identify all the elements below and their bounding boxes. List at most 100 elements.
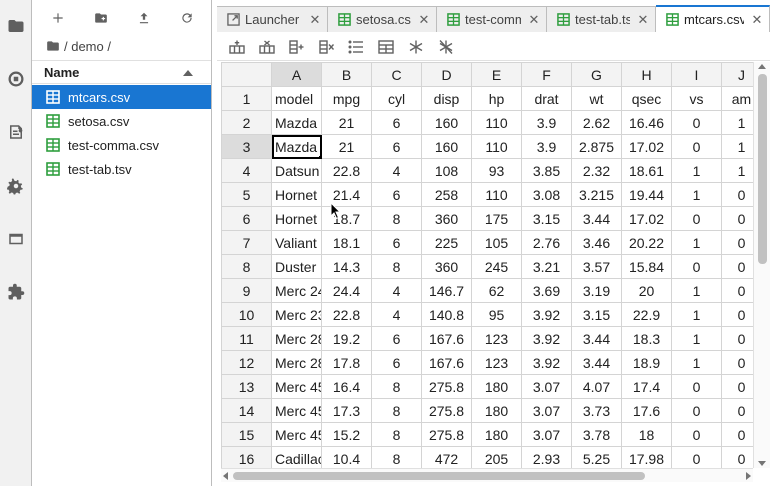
grid-cell[interactable]: 1: [721, 110, 753, 135]
grid-cell[interactable]: 0: [721, 278, 753, 303]
scroll-right-arrow-icon[interactable]: [746, 472, 751, 480]
grid-cell[interactable]: 3.9: [521, 110, 572, 135]
new-folder-icon[interactable]: [89, 6, 113, 30]
grid-cell[interactable]: 17.4: [621, 374, 672, 399]
grid-cell[interactable]: 160: [421, 110, 472, 135]
grid-cell[interactable]: 3.57: [571, 254, 622, 279]
unfreeze-icon[interactable]: [437, 39, 455, 55]
row-header[interactable]: 10: [221, 302, 272, 327]
grid-cell[interactable]: 8: [371, 374, 422, 399]
spreadsheet-grid[interactable]: ABCDEFGHIJ 1 model mpg cyl disp hp drat wt qsec v…: [221, 62, 753, 468]
file-item[interactable]: mtcars.csv: [32, 85, 211, 109]
grid-cell[interactable]: 180: [471, 398, 522, 423]
row-header[interactable]: 2: [221, 110, 272, 135]
grid-cell[interactable]: 3.9: [521, 134, 572, 159]
vertical-scrollbar[interactable]: [753, 62, 770, 468]
grid-cell[interactable]: 95: [471, 302, 522, 327]
row-header[interactable]: 12: [221, 350, 272, 375]
column-header[interactable]: B: [321, 62, 372, 87]
grid-cell[interactable]: 258: [421, 182, 472, 207]
grid-cell[interactable]: 1: [671, 350, 722, 375]
grid-cell[interactable]: mpg: [321, 86, 372, 111]
grid-cell[interactable]: 2.93: [521, 446, 572, 468]
grid-cell[interactable]: 3.21: [521, 254, 572, 279]
close-icon[interactable]: ✕: [526, 12, 542, 28]
grid-cell[interactable]: hp: [471, 86, 522, 111]
grid-cell[interactable]: 360: [421, 206, 472, 231]
grid-cell[interactable]: qsec: [621, 86, 672, 111]
select-all-corner[interactable]: [221, 62, 272, 87]
grid-cell[interactable]: 3.92: [521, 302, 572, 327]
grid-cell[interactable]: 0: [671, 134, 722, 159]
grid-cell[interactable]: 0: [721, 350, 753, 375]
row-header[interactable]: 8: [221, 254, 272, 279]
row-header[interactable]: 4: [221, 158, 272, 183]
grid-cell[interactable]: Hornet: [271, 206, 322, 231]
file-item[interactable]: test-comma.csv: [32, 133, 211, 157]
row-header[interactable]: 7: [221, 230, 272, 255]
grid-cell[interactable]: 20: [621, 278, 672, 303]
grid-cell[interactable]: 0: [671, 374, 722, 399]
grid-cell[interactable]: 8: [371, 446, 422, 468]
grid-cell[interactable]: wt: [571, 86, 622, 111]
column-header[interactable]: A: [271, 62, 322, 87]
grid-cell[interactable]: 0: [721, 446, 753, 468]
grid-cell[interactable]: 1: [671, 278, 722, 303]
grid-cell[interactable]: 3.78: [571, 422, 622, 447]
tabs-icon[interactable]: [4, 227, 28, 251]
grid-cell[interactable]: 16.4: [321, 374, 372, 399]
grid-cell[interactable]: 0: [721, 374, 753, 399]
grid-cell[interactable]: 17.02: [621, 206, 672, 231]
grid-cell[interactable]: 3.07: [521, 398, 572, 423]
grid-cell[interactable]: 5.25: [571, 446, 622, 468]
grid-cell[interactable]: 10.4: [321, 446, 372, 468]
grid-cell[interactable]: 24.4: [321, 278, 372, 303]
remove-row-icon[interactable]: [258, 39, 276, 55]
table-view-icon[interactable]: [377, 39, 395, 55]
grid-cell[interactable]: 6: [371, 182, 422, 207]
grid-cell[interactable]: 4: [371, 158, 422, 183]
grid-cell[interactable]: 19.44: [621, 182, 672, 207]
extension-puzzle-icon[interactable]: [4, 280, 28, 304]
grid-cell[interactable]: 0: [671, 422, 722, 447]
breadcrumb-path[interactable]: / demo /: [64, 39, 111, 54]
grid-cell[interactable]: 0: [671, 398, 722, 423]
grid-cell[interactable]: 3.69: [521, 278, 572, 303]
grid-cell[interactable]: 4: [371, 302, 422, 327]
grid-cell[interactable]: 6: [371, 110, 422, 135]
row-header[interactable]: 13: [221, 374, 272, 399]
grid-cell[interactable]: 18.9: [621, 350, 672, 375]
grid-cell[interactable]: 0: [721, 230, 753, 255]
grid-cell[interactable]: 17.6: [621, 398, 672, 423]
grid-cell[interactable]: Hornet: [271, 182, 322, 207]
close-icon[interactable]: ✕: [635, 12, 651, 28]
close-icon[interactable]: ✕: [749, 12, 765, 28]
grid-cell[interactable]: Merc 23: [271, 302, 322, 327]
grid-cell[interactable]: 21.4: [321, 182, 372, 207]
grid-cell[interactable]: 18.7: [321, 206, 372, 231]
grid-cell[interactable]: 8: [371, 398, 422, 423]
file-item[interactable]: test-tab.tsv: [32, 157, 211, 181]
grid-cell[interactable]: 1: [671, 182, 722, 207]
grid-cell[interactable]: 0: [671, 110, 722, 135]
grid-cell[interactable]: 22.8: [321, 302, 372, 327]
grid-cell[interactable]: 6: [371, 326, 422, 351]
home-folder-icon[interactable]: [46, 39, 60, 53]
grid-cell[interactable]: 108: [421, 158, 472, 183]
grid-cell[interactable]: 0: [721, 302, 753, 327]
grid-cell[interactable]: 21: [321, 134, 372, 159]
grid-cell[interactable]: 22.8: [321, 158, 372, 183]
grid-cell[interactable]: Merc 45: [271, 398, 322, 423]
grid-cell[interactable]: Cadillac: [271, 446, 322, 468]
grid-cell[interactable]: 3.215: [571, 182, 622, 207]
grid-cell[interactable]: Duster: [271, 254, 322, 279]
vertical-scroll-thumb[interactable]: [758, 74, 767, 264]
grid-cell[interactable]: 15.84: [621, 254, 672, 279]
row-header[interactable]: 1: [221, 86, 272, 111]
column-header[interactable]: H: [621, 62, 672, 87]
grid-cell[interactable]: 0: [671, 446, 722, 468]
row-header[interactable]: 6: [221, 206, 272, 231]
snowflake-freeze-icon[interactable]: [407, 39, 425, 55]
grid-cell[interactable]: 180: [471, 374, 522, 399]
row-header[interactable]: 9: [221, 278, 272, 303]
